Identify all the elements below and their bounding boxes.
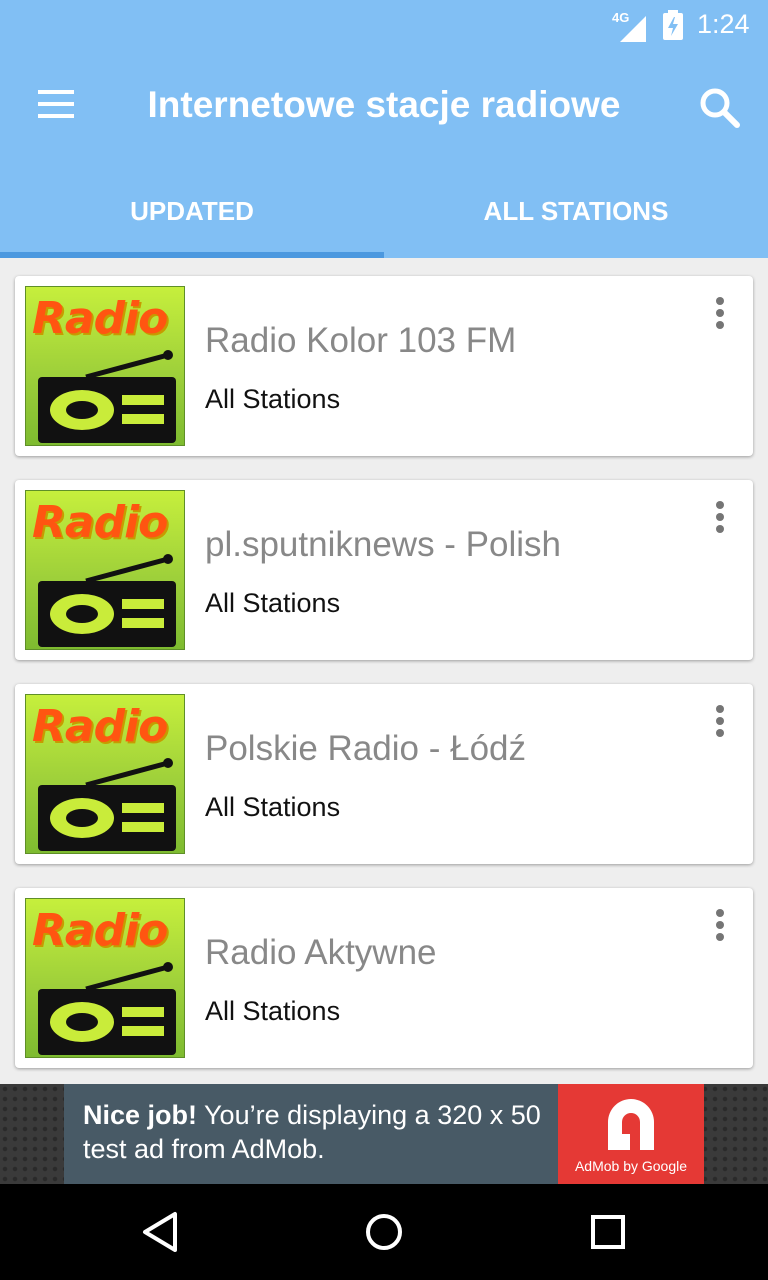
radio-logo-text: Radio xyxy=(32,497,168,548)
admob-caption: AdMob by Google xyxy=(574,1158,688,1174)
app-bar: Internetowe stacje radiowe xyxy=(0,50,768,160)
station-list: Radio Radio Kolor 103 FM All Stations Ra… xyxy=(15,276,753,1092)
tab-all-stations[interactable]: ALL STATIONS xyxy=(384,160,768,258)
status-bar: 4G 1:24 xyxy=(0,0,768,50)
tab-selected-indicator xyxy=(0,252,384,258)
station-title: Polskie Radio - Łódź xyxy=(205,729,526,768)
station-title: Radio Kolor 103 FM xyxy=(205,321,517,360)
radio-logo-image: Radio xyxy=(25,286,185,446)
more-vert-icon[interactable] xyxy=(705,498,735,538)
admob-logo: AdMob by Google xyxy=(558,1084,704,1184)
radio-logo-image: Radio xyxy=(25,490,185,650)
more-vert-icon[interactable] xyxy=(705,294,735,334)
station-card[interactable]: Radio Radio Aktywne All Stations xyxy=(15,888,753,1068)
radio-logo-text: Radio xyxy=(32,293,168,344)
radio-logo-image: Radio xyxy=(25,694,185,854)
station-card[interactable]: Radio Polskie Radio - Łódź All Stations xyxy=(15,684,753,864)
app-title: Internetowe stacje radiowe xyxy=(147,84,621,125)
station-card[interactable]: Radio Radio Kolor 103 FM All Stations xyxy=(15,276,753,456)
battery-charging-icon xyxy=(662,10,684,40)
ad-banner-area: Nice job! You’re displaying a 320 x 50 t… xyxy=(0,1084,768,1184)
admob-logo-icon xyxy=(608,1099,654,1150)
radio-logo-text: Radio xyxy=(32,701,168,752)
station-card[interactable]: Radio pl.sputniknews - Polish All Statio… xyxy=(15,480,753,660)
radio-logo-text: Radio xyxy=(32,905,168,956)
station-category: All Stations xyxy=(205,384,341,414)
home-icon[interactable] xyxy=(364,1210,404,1254)
tab-updated[interactable]: UPDATED xyxy=(0,160,384,258)
more-vert-icon[interactable] xyxy=(705,906,735,946)
cellular-signal-icon: 4G xyxy=(612,10,648,42)
ad-text: Nice job! You’re displaying a 320 x 50 t… xyxy=(83,1098,553,1166)
tab-bar: UPDATED ALL STATIONS xyxy=(0,160,768,258)
station-category: All Stations xyxy=(205,996,341,1026)
station-category: All Stations xyxy=(205,588,341,618)
radio-logo-image: Radio xyxy=(25,898,185,1058)
station-title: pl.sputniknews - Polish xyxy=(205,525,561,564)
navigation-bar xyxy=(0,1184,768,1280)
search-icon[interactable] xyxy=(696,84,744,132)
ad-headline: Nice job! xyxy=(83,1100,198,1130)
recent-apps-icon[interactable] xyxy=(588,1212,628,1252)
status-time: 1:24 xyxy=(697,9,750,39)
station-category: All Stations xyxy=(205,792,341,822)
back-icon[interactable] xyxy=(140,1210,180,1254)
admob-test-ad[interactable]: Nice job! You’re displaying a 320 x 50 t… xyxy=(64,1084,704,1184)
more-vert-icon[interactable] xyxy=(705,702,735,742)
station-title: Radio Aktywne xyxy=(205,933,437,972)
